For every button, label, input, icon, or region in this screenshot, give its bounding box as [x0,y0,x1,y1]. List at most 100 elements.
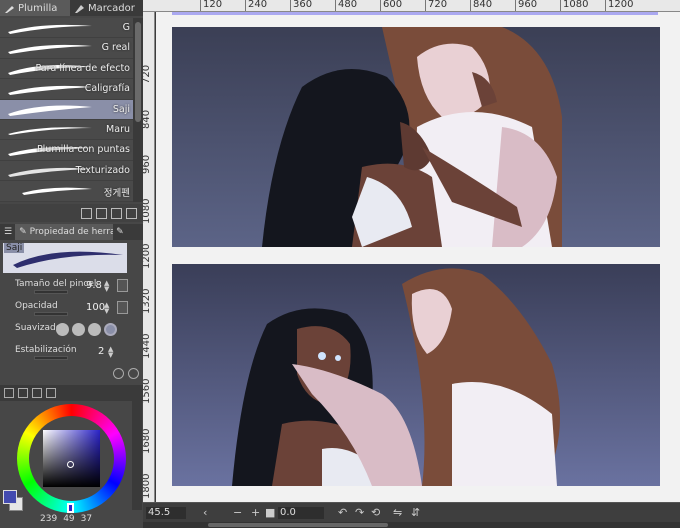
color-wheel-tab-icon[interactable] [18,388,28,398]
brush-item-g-real[interactable]: G real [0,38,133,59]
brush-stroke-preview [8,45,92,55]
ruler-label: 240 [248,0,268,10]
ruler-label: 1680 [143,428,152,454]
zoom-plus-icon[interactable]: + [251,506,260,519]
rotation-field[interactable]: 0.0 [278,507,324,519]
smoothing-option-selected[interactable] [104,323,117,336]
smoothing-option[interactable] [72,323,85,336]
opacity-toggle-button[interactable] [117,301,128,314]
brush-item-saji[interactable]: Saji [0,99,133,120]
zoom-field[interactable]: 45.5 [146,507,186,519]
brush-item-g[interactable]: G [0,18,133,39]
canvas-area[interactable] [156,12,680,502]
brush-item-caligrafia[interactable]: Caligrafía [0,79,133,100]
tab-label: Marcador [88,2,135,14]
fit-icon[interactable]: ■ [265,506,275,519]
selection-band [172,12,658,15]
hue-value: 239 [40,514,58,524]
rotate-left-icon[interactable]: ↶ [338,506,347,519]
ruler-label: 960 [143,154,152,174]
comic-panel-2[interactable] [172,264,660,486]
brush-item-linea-efecto[interactable]: Para línea de efecto [0,59,133,80]
opacity-slider[interactable] [34,312,68,316]
saturation-value-square[interactable] [43,430,100,487]
color-slider-tab-icon[interactable] [32,388,42,398]
smoothing-option[interactable] [88,323,101,336]
brush-item-korean[interactable]: 정게펜 [0,181,133,202]
brush-size-label: Tamaño del pincel [15,279,97,289]
brush-label: Para línea de efecto [35,62,130,74]
color-panel-header [0,385,143,401]
brush-label: G real [101,42,130,54]
brush-size-stepper[interactable]: ▲ ▼ [104,280,112,293]
canvas-page[interactable] [156,12,680,502]
menu-icon[interactable] [4,388,14,398]
smoothing-label: Suavizado [15,323,62,333]
ruler-vertical: 720 840 960 1080 1200 1320 1440 1560 168… [143,12,155,502]
flip-vertical-icon[interactable]: ⇵ [411,506,420,519]
brush-size-row: Tamaño del pincel 9.8 ▲ ▼ [0,276,143,298]
zoom-out-icon[interactable]: ‹ [203,506,207,519]
panel-2-artwork [232,268,560,486]
ruler-label: 1560 [143,378,152,404]
brush-label: 정게펜 [103,188,130,200]
tab-tool-property[interactable]: ✎ Propiedad de herramienta [15,224,114,240]
stabilization-label: Estabilización [15,345,77,355]
opacity-value[interactable]: 100 [86,302,105,313]
tool-properties: Tamaño del pincel 9.8 ▲ ▼ Opacidad 100 ▲ ▼… [0,276,143,364]
ruler-label: 720 [143,64,152,84]
brush-list: G G real Para línea de efecto Caligrafía… [0,18,133,202]
brush-label: Saji [112,103,130,115]
scroll-thumb[interactable] [135,22,141,122]
reset-icon[interactable] [113,367,124,379]
tool-property-header: ☰ ✎ Propiedad de herramienta ✎ [0,224,143,240]
stabilization-stepper[interactable]: ▲ ▼ [108,346,116,359]
color-panel-scrollbar[interactable] [132,385,142,510]
smoothing-option[interactable] [56,323,69,336]
color-set-tab-icon[interactable] [46,388,56,398]
ruler-label: 1320 [143,288,152,314]
duplicate-icon[interactable] [96,207,107,219]
copy-icon[interactable] [111,207,122,219]
reset-rotation-icon[interactable]: ⟲ [371,506,380,519]
brush-item-texturizado[interactable]: Texturizado [0,161,133,182]
trash-icon[interactable] [126,207,137,219]
scroll-thumb[interactable] [208,523,388,527]
brush-stroke-preview [8,127,92,135]
opacity-label: Opacidad [15,301,58,311]
tab-marcador[interactable]: Marcador [70,0,139,16]
brush-label: Caligrafía [84,83,130,95]
brush-size-slider[interactable] [34,290,68,294]
pencil-icon[interactable]: ✎ [116,227,124,237]
comic-panel-1[interactable] [172,27,660,247]
stabilization-value[interactable]: 2 [98,346,104,357]
brush-item-maru[interactable]: Maru [0,120,133,141]
menu-icon[interactable]: ☰ [4,227,12,237]
import-icon[interactable] [81,207,92,219]
brush-size-value[interactable]: 9.8 [86,280,102,291]
opacity-stepper[interactable]: ▲ ▼ [104,302,112,315]
flip-horizontal-icon[interactable]: ⇋ [393,506,402,519]
ruler-label: 1080 [563,0,589,10]
main-color-swatch[interactable] [3,490,17,504]
color-wheel[interactable] [17,404,126,513]
marker-icon [74,3,85,14]
brush-size-pressure-button[interactable] [117,279,128,292]
ruler-label: 840 [143,109,152,129]
ruler-label: 600 [383,0,403,10]
wrench-icon: ✎ [19,227,27,237]
horizontal-scrollbar[interactable] [143,522,680,528]
pen-icon [4,3,15,14]
stabilization-row: Estabilización 2 ▲ ▼ [0,342,143,364]
rotate-right-icon[interactable]: ↷ [355,506,364,519]
brush-item-plumilla-puntas[interactable]: Plumilla con puntas [0,140,133,161]
tab-plumilla[interactable]: Plumilla [0,0,70,16]
hue-marker[interactable] [67,503,74,513]
color-picker-cursor[interactable] [67,461,74,468]
tab-label: Plumilla [18,2,58,14]
zoom-minus-icon[interactable]: − [233,506,242,519]
brush-list-scrollbar[interactable] [133,18,143,202]
stabilization-slider[interactable] [34,356,68,360]
settings-wrench-icon[interactable] [128,367,139,379]
brightness-value: 37 [80,514,93,524]
